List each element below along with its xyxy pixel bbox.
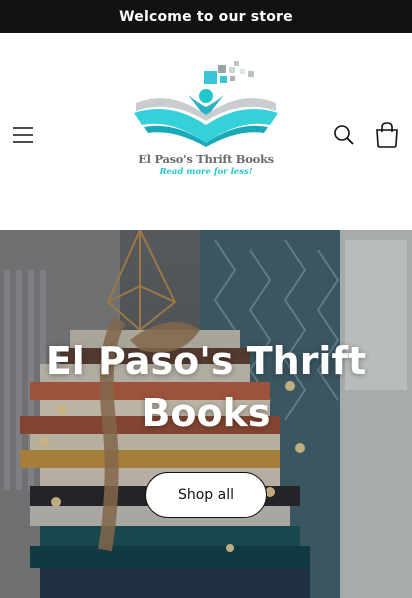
menu-button[interactable] xyxy=(10,121,38,149)
open-book-logo-icon xyxy=(134,61,278,147)
search-button[interactable] xyxy=(330,121,358,149)
announcement-bar: Welcome to our store xyxy=(0,0,412,33)
cart-button[interactable] xyxy=(372,120,402,150)
shopping-bag-icon xyxy=(376,122,398,148)
announcement-text: Welcome to our store xyxy=(119,8,293,25)
search-icon xyxy=(334,125,354,145)
shop-all-button[interactable]: Shop all xyxy=(145,472,267,518)
logo-store-name: El Paso's Thrift Books xyxy=(138,152,274,166)
hero-title: El Paso's Thrift Books xyxy=(45,339,367,435)
site-header: El Paso's Thrift Books Read more for les… xyxy=(0,33,412,230)
hamburger-menu-icon xyxy=(13,127,33,143)
logo-tagline: Read more for less! xyxy=(159,167,253,177)
store-logo[interactable]: El Paso's Thrift Books Read more for les… xyxy=(130,59,282,185)
hero-banner: El Paso's Thrift Books Shop all xyxy=(0,230,412,598)
